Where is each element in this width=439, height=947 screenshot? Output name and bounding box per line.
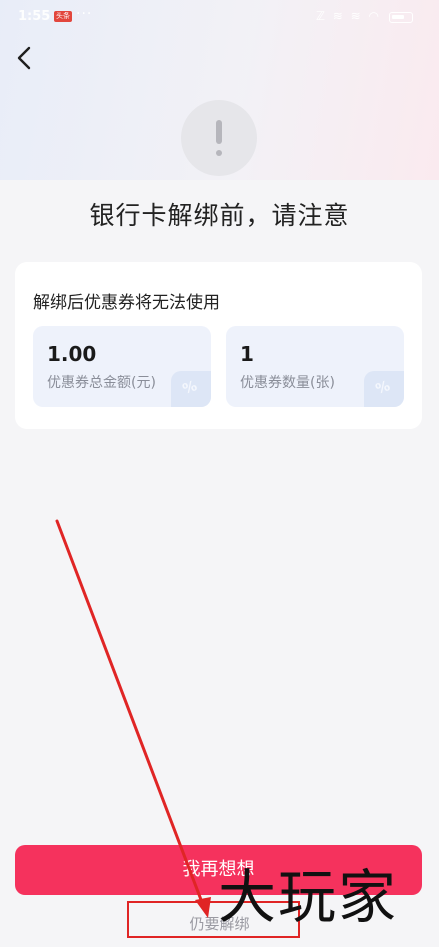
back-button[interactable] [12, 44, 36, 72]
ticket-icon: % [364, 371, 404, 407]
coupon-count-label: 优惠券数量(张) [240, 375, 335, 391]
more-notifications-icon: ··· [76, 6, 93, 22]
unbind-anyway-button[interactable]: 仍要解绑 [0, 913, 439, 934]
status-bar: 1:55 头条 ··· ℤ ≋ ≋ ◠ [0, 0, 439, 34]
ticket-icon: % [171, 371, 211, 407]
signal-wifi-icons: ℤ ≋ ≋ ◠ [316, 9, 381, 23]
page-title: 银行卡解绑前，请注意 [89, 201, 350, 230]
status-time: 1:55 [18, 9, 51, 24]
card-heading: 解绑后优惠券将无法使用 [33, 293, 220, 313]
coupon-amount-label: 优惠券总金额(元) [47, 375, 156, 391]
exclamation-icon [181, 100, 257, 176]
coupon-count-value: 1 [240, 342, 254, 366]
notification-badge-icon: 头条 [54, 11, 72, 22]
coupon-amount-value: 1.00 [47, 342, 97, 366]
coupon-info-card: 解绑后优惠券将无法使用 1.00 优惠券总金额(元) % 1 优惠券数量(张) … [15, 262, 422, 429]
battery-icon [389, 12, 413, 23]
chevron-left-icon [17, 46, 31, 70]
coupon-amount-box: 1.00 优惠券总金额(元) % [33, 326, 211, 407]
reconsider-button[interactable]: 我再想想 [15, 845, 422, 895]
coupon-count-box: 1 优惠券数量(张) % [226, 326, 404, 407]
